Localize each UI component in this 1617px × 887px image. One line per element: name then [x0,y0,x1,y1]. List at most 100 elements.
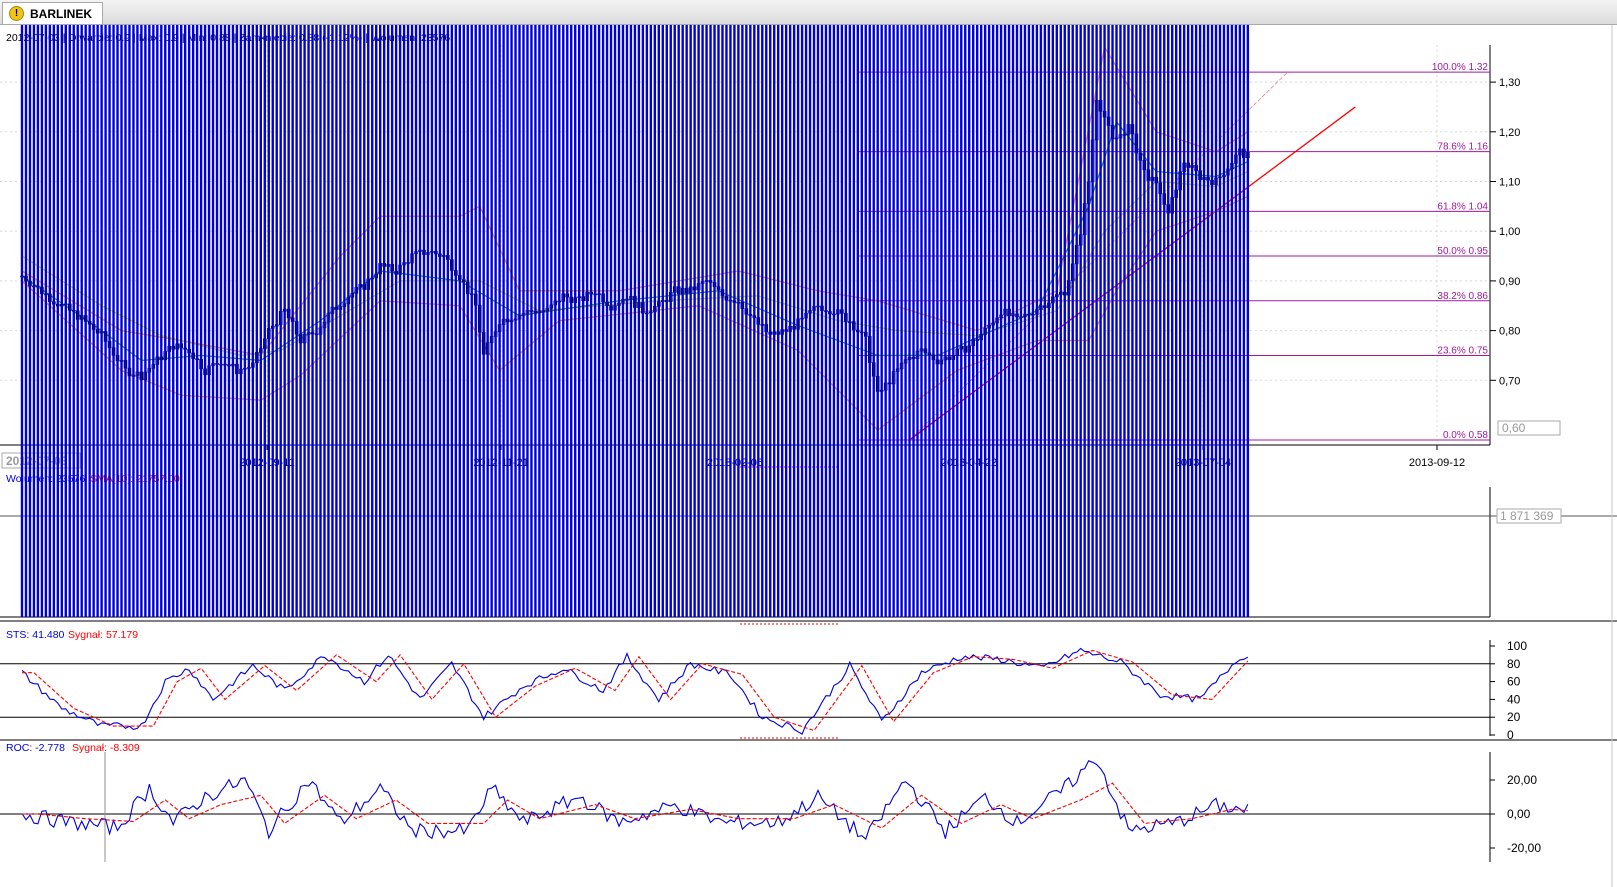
volume-bar [916,25,919,617]
volume-bar [578,25,581,617]
volume-bar [665,25,668,617]
volume-bar [617,25,621,617]
volume-bar [780,25,784,617]
price-y-tick-label: 1,00 [1499,226,1520,238]
volume-bar [72,25,75,617]
volume-bar [478,25,481,617]
volume-bar [952,25,955,617]
fibonacci-level-label: 61.8% 1.04 [1437,201,1488,212]
volume-bar [1031,25,1035,617]
volume-bar [709,25,712,617]
price-y-tick-label: 0,90 [1499,276,1520,288]
volume-bar [1127,25,1130,617]
volume-bar [446,25,450,617]
volume-bar [44,25,48,618]
sts-y-tick-label: 20 [1507,710,1521,724]
volume-bar [1135,25,1138,617]
volume-bar [299,25,302,617]
volume-bar [243,25,247,617]
volume-bar [848,25,852,617]
volume-bar [60,25,63,617]
fibonacci-level-label: 78.6% 1.16 [1437,142,1488,153]
volume-bar [999,25,1003,617]
volume-bar [219,25,223,617]
volume-bar [1055,25,1058,617]
volume-bar [172,25,175,617]
volume-bar [96,25,99,617]
volume-bar [259,25,262,617]
volume-bar [56,25,60,617]
volume-bar [896,25,899,617]
volume-bar [1087,25,1090,617]
volume-bar [283,25,286,617]
volume-bar [203,25,207,617]
volume-bar [987,25,991,617]
volume-bar [1163,25,1166,617]
volume-bar [1214,25,1218,617]
volume-bar [574,25,577,617]
volume-bar [554,25,557,617]
volume-bar [753,25,756,617]
volume-bar [761,25,764,617]
volume-bar [510,25,513,617]
volume-bar [176,25,179,617]
price-y-tick-label: 0,80 [1499,326,1520,338]
volume-bar [526,25,529,617]
volume-bar [820,25,824,617]
volume-bar [199,25,203,617]
volume-bar [1027,25,1031,617]
volume-bar [737,25,740,617]
chart-area[interactable]: 1,30 1,20 1,10 1,00 0,90 0,80 0,70 0,60 2012-09-… [0,25,1617,887]
volume-bar [152,25,155,617]
sts-y-tick-label: 40 [1507,692,1521,706]
volume-bar [892,25,895,617]
volume-bar [32,25,36,617]
volume-bar [40,25,44,617]
volume-bar [1071,25,1074,617]
volume-bar [991,25,995,617]
volume-bar [1039,25,1043,617]
volume-bar [832,25,836,617]
volume-bar [538,25,541,617]
volume-bar [589,25,593,617]
date-tick-label: 2012-09-11 [239,457,294,469]
volume-bar [1067,25,1070,617]
roc-y-tick-label: -20,00 [1507,841,1541,855]
chart-tab[interactable]: ! BARLINEK [2,2,103,24]
volume-bar [522,25,525,617]
volume-bar [808,25,812,617]
volume-bar [88,25,91,617]
current-value-label: 0,60 [1502,421,1526,435]
volume-bar [976,25,979,617]
volume-bar [1111,25,1114,617]
volume-bar [327,25,330,617]
volume-bar [1015,25,1019,617]
volume-bar [1202,25,1206,617]
volume-bar [1210,25,1214,617]
volume-bar [705,25,708,617]
volume-bar [633,25,637,617]
volume-bar [315,25,318,617]
volume-bar [637,25,641,617]
volume-bar [534,25,537,617]
warning-icon: ! [9,6,24,21]
volume-bar [944,25,947,617]
volume-bar [104,25,107,617]
volume-bar [239,25,243,617]
volume-bar [426,25,430,617]
volume-bar [271,25,274,617]
volume-bar [386,25,390,617]
volume-bar [749,25,752,617]
volume-bar [390,25,394,617]
volume-bar [414,25,418,617]
volume-bar [769,25,772,617]
sts-title: STS: 41.480 [6,629,65,641]
volume-bar [669,25,672,617]
volume-bar [904,25,907,617]
volume-bar [295,25,298,617]
volume-bar [1079,25,1082,617]
volume-bar [430,25,434,617]
volume-bar [339,25,342,617]
sts-line [21,647,1249,735]
volume-bar [872,25,875,617]
